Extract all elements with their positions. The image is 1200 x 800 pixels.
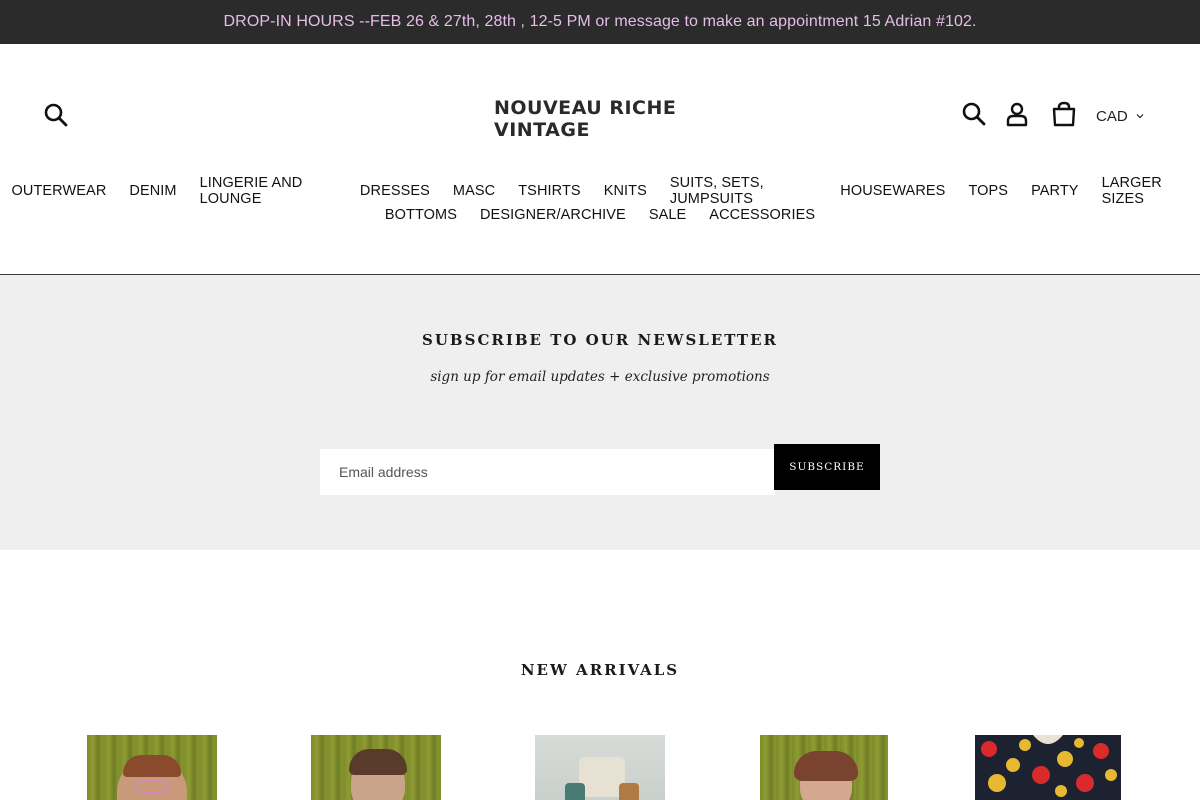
subscribe-button[interactable]: SUBSCRIBE [774,444,880,490]
logo-line-2: VINTAGE [494,119,590,141]
product-image[interactable] [535,735,665,800]
product-image[interactable] [311,735,441,800]
nav-item-tshirts[interactable]: TSHIRTS [507,183,592,199]
nav-item-knits[interactable]: KNITS [592,183,658,199]
nav-row-2: BOTTOMS DESIGNER/ARCHIVE SALE ACCESSORIE… [0,203,1200,227]
newsletter-form: SUBSCRIBE [320,444,880,495]
floral-garment-graphic [975,735,1121,800]
announcement-link[interactable]: DROP-IN HOURS --FEB 26 & 27th, 28th , 12… [224,13,977,31]
search-icon[interactable] [960,100,988,128]
nav-item-housewares[interactable]: HOUSEWARES [829,183,957,199]
logo-line-1: NOUVEAU RICHE [494,97,677,119]
chevron-down-icon [1136,114,1144,119]
nav-item-tops[interactable]: TOPS [957,183,1020,199]
product-image[interactable] [760,735,888,800]
nav-item-dresses[interactable]: DRESSES [348,183,441,199]
newsletter-title: SUBSCRIBE TO OUR NEWSLETTER [422,331,778,349]
currency-selector[interactable]: CAD [1096,106,1144,126]
nav-item-party[interactable]: PARTY [1020,183,1091,199]
nav-row-1: OUTERWEAR DENIM LINGERIE AND LOUNGE DRES… [0,175,1200,207]
nav-item-larger-sizes[interactable]: LARGER SIZES [1090,175,1200,207]
newsletter-subtitle: sign up for email updates + exclusive pr… [430,369,770,385]
product-image[interactable] [87,735,217,800]
glasses-shape [135,779,169,793]
new-arrivals-title: NEW ARRIVALS [520,661,680,679]
currency-value: CAD [1096,107,1128,125]
cart-icon[interactable] [1050,100,1078,128]
main-navigation: OUTERWEAR DENIM LINGERIE AND LOUNGE DRES… [0,175,1200,227]
nav-item-lingerie-and-lounge[interactable]: LINGERIE AND LOUNGE [188,175,348,207]
product-image[interactable] [975,735,1121,800]
store-logo[interactable]: NOUVEAU RICHE VINTAGE [494,97,704,141]
nav-item-suits-sets-jumpsuits[interactable]: SUITS, SETS, JUMPSUITS [658,175,828,207]
account-icon[interactable] [1003,100,1031,128]
announcement-bar: DROP-IN HOURS --FEB 26 & 27th, 28th , 12… [0,0,1200,44]
nav-item-designer-archive[interactable]: DESIGNER/ARCHIVE [468,207,637,223]
hair-shape [349,749,407,775]
newsletter-section: SUBSCRIBE TO OUR NEWSLETTER sign up for … [0,275,1200,550]
search-icon[interactable] [43,102,69,128]
hair-shape [794,751,858,781]
email-field[interactable] [320,449,775,495]
site-header: NOUVEAU RICHE VINTAGE CAD OUTERWEAR DENI… [0,44,1200,275]
nav-item-denim[interactable]: DENIM [118,183,188,199]
nav-item-sale[interactable]: SALE [637,207,697,223]
nav-item-accessories[interactable]: ACCESSORIES [698,207,827,223]
garment-pattern [619,783,639,800]
nav-item-masc[interactable]: MASC [441,183,506,199]
nav-item-bottoms[interactable]: BOTTOMS [373,207,468,223]
hair-shape [123,755,181,777]
garment-pattern [565,783,585,800]
nav-item-outerwear[interactable]: OUTERWEAR [0,183,118,199]
